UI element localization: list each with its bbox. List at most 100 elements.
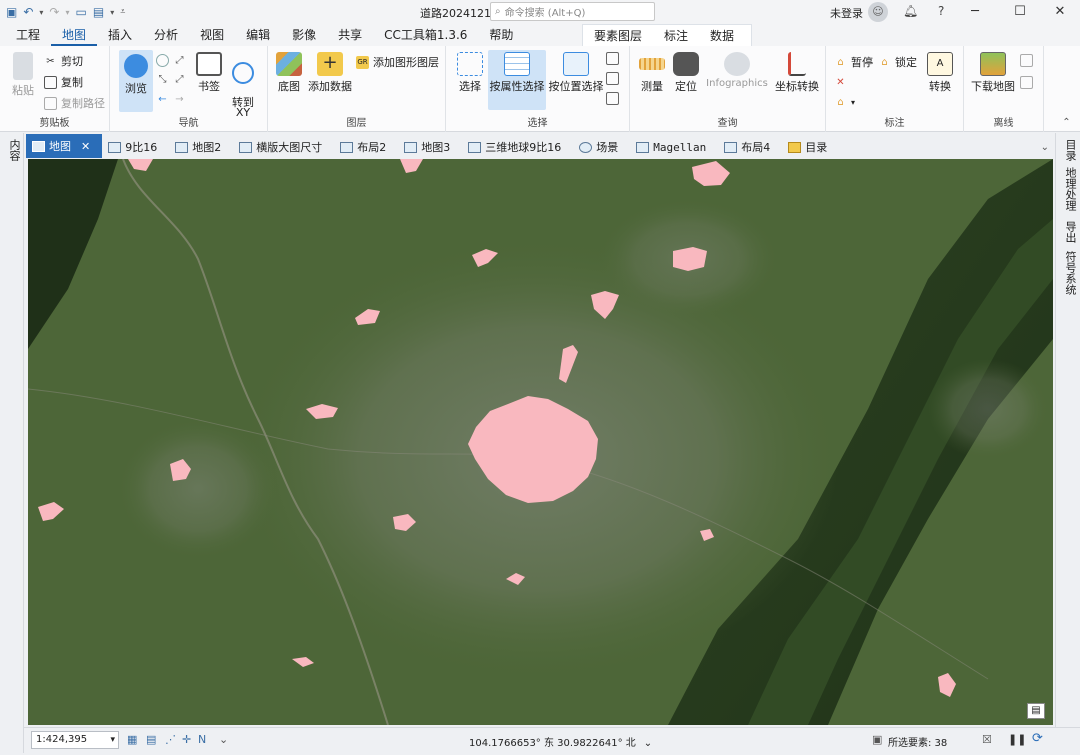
tab-feature-layer[interactable]: 要素图层 <box>583 25 653 47</box>
chevron-down-icon[interactable]: ⌄ <box>644 738 652 749</box>
doc-tab-layout[interactable]: Magellan <box>630 136 718 158</box>
clear-selection-icon[interactable]: ☒ <box>982 733 992 746</box>
tab-cc-toolbox[interactable]: CC工具箱1.3.6 <box>373 24 478 46</box>
dropdown-icon[interactable]: ▾ <box>39 8 43 17</box>
basemap-icon <box>276 52 302 76</box>
tab-map[interactable]: 地图 <box>51 24 98 46</box>
select-button[interactable]: 选择 <box>454 52 486 94</box>
collapse-ribbon-icon[interactable]: ⌃ <box>1060 116 1073 129</box>
map-view[interactable]: ▤ <box>28 159 1053 725</box>
doc-tab-layout[interactable]: 布局2 <box>334 136 398 158</box>
close-tab-icon[interactable]: ✕ <box>81 140 90 153</box>
add-data-button[interactable]: + 添加数据 <box>308 52 352 94</box>
doc-tab-catalog[interactable]: 目录 <box>782 136 839 158</box>
tab-project[interactable]: 工程 <box>0 24 51 46</box>
measure-button[interactable]: 测量 <box>636 52 668 94</box>
satellite-map[interactable] <box>28 159 1053 725</box>
pause-drawing-icon[interactable]: ❚❚ <box>1008 733 1026 746</box>
doc-tab-layout[interactable]: 横版大图尺寸 <box>233 136 334 158</box>
tab-view[interactable]: 视图 <box>189 24 235 46</box>
town-polygon[interactable] <box>673 247 707 271</box>
copy-path-button[interactable]: 复制路径 <box>44 95 105 111</box>
dropdown-icon[interactable]: ▾ <box>65 8 69 17</box>
map-tool-icon[interactable]: ▤ <box>1027 703 1045 719</box>
refresh-icon[interactable]: ⟳ <box>1032 731 1043 746</box>
infographics-button[interactable]: Infographics <box>704 52 770 89</box>
dropdown-icon[interactable]: ▾ <box>110 8 114 17</box>
pause-labeling-button[interactable]: ⌂ 暂停 <box>834 54 873 70</box>
snapping-icon[interactable]: ⋰ <box>165 733 176 746</box>
convert-labels-button[interactable]: A 转换 <box>924 52 956 94</box>
cut-button[interactable]: ✂ 剪切 <box>44 53 83 69</box>
tab-analysis[interactable]: 分析 <box>143 24 189 46</box>
scale-selector[interactable]: 1:424,395 ▾ <box>31 731 119 749</box>
add-graphics-layer-button[interactable]: GR 添加图形图层 <box>356 54 439 70</box>
doc-tab-layout[interactable]: 三维地球9比16 <box>462 136 573 158</box>
symbology-pane-tab[interactable]: 符号系统 <box>1062 251 1078 295</box>
undo-icon[interactable]: ↶ <box>23 5 33 19</box>
full-extent-icon[interactable]: ⤢ <box>156 54 186 67</box>
doc-tab-scene[interactable]: 场景 <box>573 136 630 158</box>
zoom-to-selection-icon[interactable] <box>606 92 619 105</box>
download-map-button[interactable]: 下载地图 <box>968 52 1018 94</box>
remove-offline-icon[interactable] <box>1020 76 1033 89</box>
geoprocessing-pane-tab[interactable]: 地理处理 <box>1062 167 1078 211</box>
catalog-pane-tab[interactable]: 目录 <box>1062 139 1078 161</box>
avatar[interactable]: ☺ <box>868 2 888 22</box>
crosshair-icon[interactable]: ✛ <box>182 733 191 746</box>
locate-button[interactable]: 定位 <box>670 52 702 94</box>
download-map-icon <box>980 52 1006 76</box>
grid-icon[interactable]: ▦ <box>127 733 137 746</box>
bookmarks-button[interactable]: 书签 <box>194 52 224 94</box>
prev-next-extent-icon[interactable]: ← → <box>156 93 186 106</box>
doc-tab-map[interactable]: 地图3 <box>398 136 462 158</box>
tab-data[interactable]: 数据 <box>699 25 745 47</box>
label-settings-icon: ⌂ <box>837 97 844 108</box>
clear-selection-icon[interactable] <box>606 72 619 85</box>
goto-xy-button[interactable]: 转到 XY <box>228 52 258 118</box>
close-button[interactable]: ✕ <box>1045 2 1075 22</box>
north-arrow-icon[interactable]: N <box>198 733 206 746</box>
tab-help[interactable]: 帮助 <box>478 24 524 46</box>
export-pane-tab[interactable]: 导出 <box>1062 221 1078 243</box>
basemap-button[interactable]: 底图 <box>274 52 304 94</box>
tab-edit[interactable]: 编辑 <box>235 24 281 46</box>
tab-insert[interactable]: 插入 <box>97 24 143 46</box>
fixed-zoom-icon[interactable]: ⤡ ⤢ <box>156 73 186 86</box>
select-by-location-button[interactable]: 按位置选择 <box>548 52 604 94</box>
project-icon[interactable]: ▤ <box>93 5 104 19</box>
help-icon[interactable]: ? <box>938 4 944 18</box>
select-by-attribute-button[interactable]: 按属性选择 <box>488 50 546 110</box>
doc-tab-map[interactable]: 地图2 <box>169 136 233 158</box>
contents-pane-tab[interactable]: 内容 <box>6 139 22 161</box>
doc-tab-layout[interactable]: 布局4 <box>718 136 782 158</box>
sync-icon[interactable] <box>1020 54 1033 67</box>
copy-button[interactable]: 复制 <box>44 74 83 90</box>
paste-button[interactable]: 粘贴 <box>6 52 40 98</box>
tab-imagery[interactable]: 影像 <box>281 24 327 46</box>
attributes-icon[interactable] <box>606 52 619 65</box>
explore-button[interactable]: 浏览 <box>119 50 153 112</box>
selected-features-count[interactable]: 所选要素: 38 <box>888 734 947 749</box>
label-options-button[interactable]: ⌂ ▾ <box>834 96 855 109</box>
customize-qa-icon[interactable]: ⩡ <box>120 7 125 17</box>
doc-tab-layout[interactable]: 9比16 <box>102 136 169 158</box>
chevron-down-icon[interactable]: ⌄ <box>219 733 228 746</box>
minimize-button[interactable]: ─ <box>960 2 990 22</box>
group-label: 标注 <box>884 118 905 129</box>
ruler-icon <box>639 58 665 70</box>
user-status[interactable]: 未登录 <box>830 5 863 21</box>
unplaced-labels-button[interactable]: ✕ <box>834 76 847 89</box>
maximize-button[interactable]: ☐ <box>1005 2 1035 22</box>
notification-bell-icon[interactable]: 🔔︎ <box>903 4 918 18</box>
open-folder-icon[interactable]: ▭ <box>76 5 87 19</box>
command-search[interactable]: ⌕ 命令搜索 (Alt+Q) <box>490 2 655 21</box>
tab-labeling[interactable]: 标注 <box>653 25 699 47</box>
coordinate-conversion-button[interactable]: 坐标转换 <box>772 52 822 94</box>
tab-overflow-icon[interactable]: ⌄ <box>1041 142 1055 158</box>
doc-tab-map[interactable]: 地图 ✕ <box>26 134 103 158</box>
redo-icon[interactable]: ↷ <box>49 5 59 19</box>
tab-share[interactable]: 共享 <box>327 24 373 46</box>
table-icon[interactable]: ▤ <box>146 733 156 746</box>
lock-labeling-button[interactable]: ⌂ 锁定 <box>878 54 917 70</box>
